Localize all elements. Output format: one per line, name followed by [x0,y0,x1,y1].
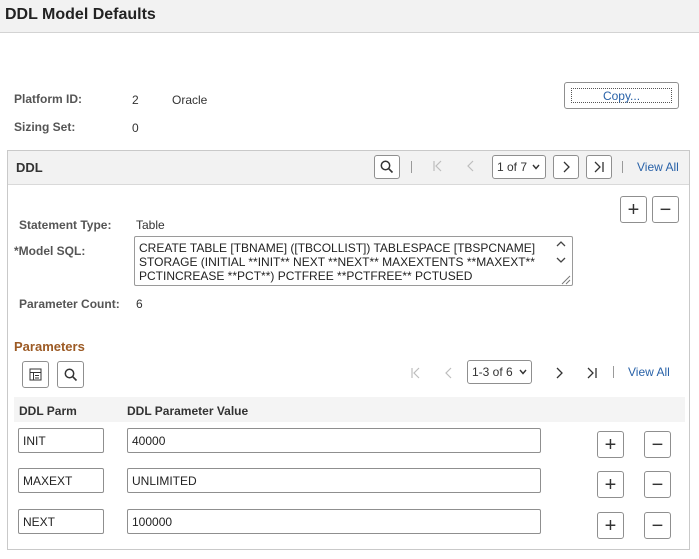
parameters-title: Parameters [14,339,85,354]
last-page-button[interactable] [586,155,612,179]
parameters-row-select[interactable]: 1-3 of 6 [467,360,532,384]
chevron-down-icon [519,369,527,375]
ddl-title: DDL [16,160,43,175]
add-row-button[interactable]: + [597,431,624,458]
model-sql-textarea[interactable]: CREATE TABLE [TBNAME] ([TBCOLLIST]) TABL… [134,236,573,286]
ddl-parameter-value-input[interactable]: 100000 [127,509,541,534]
parameters-search-button[interactable] [57,361,84,388]
copy-button-label: Copy... [571,88,672,103]
minus-icon: − [651,514,664,537]
ddl-parameter-value-input[interactable]: UNLIMITED [127,468,541,493]
plus-icon: + [604,473,617,496]
grid-personalize-icon [29,368,41,380]
ddl-search-button[interactable] [374,155,400,179]
page-title: DDL Model Defaults [5,6,156,23]
next-page-icon[interactable] [554,366,564,384]
resize-handle-icon[interactable] [559,272,571,285]
ddl-parm-input[interactable]: MAXEXT [18,468,104,493]
model-sql-label: *Model SQL: [14,244,86,258]
ddl-parm-input[interactable]: INIT [18,428,104,453]
model-sql-line: CREATE TABLE [TBNAME] ([TBCOLLIST]) TABL… [139,241,536,255]
copy-button[interactable]: Copy... [564,82,679,109]
search-icon [380,160,394,174]
add-row-button[interactable]: + [597,471,624,498]
parameters-view-all-link[interactable]: View All [628,365,670,379]
chevron-down-icon [532,164,540,170]
parameter-count-value: 6 [136,297,143,311]
personalize-grid-button[interactable] [22,361,49,388]
statement-type-value: Table [136,218,165,232]
last-page-icon [594,161,604,173]
divider [411,161,412,173]
delete-row-button[interactable]: − [644,471,671,498]
ddl-view-all-link[interactable]: View All [637,160,679,174]
ddl-parm-input[interactable]: NEXT [18,509,104,534]
ddl-add-row-button[interactable]: + [620,196,647,223]
model-sql-line: PCTINCREASE **PCT**) PCTFREE **PCTFREE**… [139,269,473,283]
parameters-column-header [14,397,685,422]
platform-id-value: 2 [132,93,139,107]
search-icon [64,368,77,381]
minus-icon: − [659,198,672,221]
plus-icon: + [604,433,617,456]
add-row-button[interactable]: + [597,512,624,539]
prev-page-icon[interactable] [466,159,476,177]
plus-icon: + [604,514,617,537]
minus-icon: − [651,473,664,496]
first-page-icon[interactable] [410,366,422,384]
ddl-row-select[interactable]: 1 of 7 [492,155,546,179]
plus-icon: + [627,198,640,221]
ddl-pager-text: 1 of 7 [497,160,528,174]
next-page-button[interactable] [553,155,579,179]
divider [613,366,614,378]
scroll-down-icon[interactable] [556,256,566,267]
parameter-count-label: Parameter Count: [19,297,120,311]
first-page-icon[interactable] [432,159,444,177]
minus-icon: − [651,433,664,456]
last-page-icon[interactable] [586,366,598,384]
column-header-ddl-parameter-value: DDL Parameter Value [127,404,249,418]
sizing-set-value: 0 [132,121,139,135]
parameters-pager-text: 1-3 of 6 [472,365,513,379]
statement-type-label: Statement Type: [19,218,112,232]
scroll-up-icon[interactable] [556,240,566,251]
next-page-icon [563,161,570,173]
delete-row-button[interactable]: − [644,512,671,539]
sizing-set-label: Sizing Set: [14,120,76,134]
prev-page-icon[interactable] [444,366,454,384]
divider [622,161,623,173]
platform-id-label: Platform ID: [14,92,83,106]
platform-name-value: Oracle [172,93,208,107]
model-sql-line: STORAGE (INITIAL **INIT** NEXT **NEXT** … [139,255,535,269]
ddl-parameter-value-input[interactable]: 40000 [127,428,541,453]
delete-row-button[interactable]: − [644,431,671,458]
column-header-ddl-parm: DDL Parm [19,404,77,418]
ddl-delete-row-button[interactable]: − [652,196,679,223]
